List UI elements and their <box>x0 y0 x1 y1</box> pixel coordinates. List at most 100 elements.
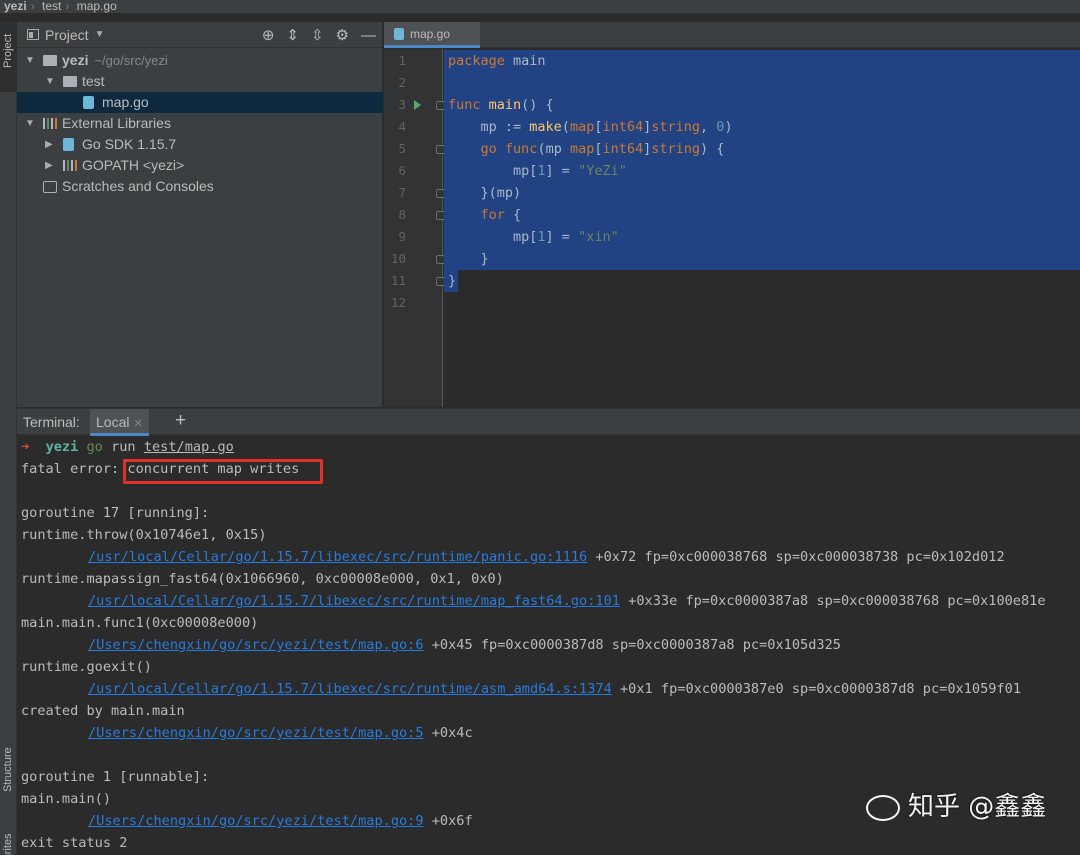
new-terminal-icon[interactable]: + <box>175 410 186 432</box>
chevron-right-icon[interactable]: ▶ <box>45 155 53 176</box>
stack-trace-link[interactable]: /usr/local/Cellar/go/1.15.7/libexec/src/… <box>88 593 620 609</box>
structure-tool-tab[interactable]: Structure <box>0 722 17 802</box>
terminal-tab-local[interactable]: Local ✕ <box>90 409 149 436</box>
gear-icon[interactable]: ⚙ <box>336 26 349 44</box>
code-token: mp[ <box>448 229 538 245</box>
code-token: int64 <box>602 141 644 157</box>
prompt-subcommand: run <box>111 439 136 455</box>
line-number: 6 <box>398 163 406 178</box>
code-line: mp[1] = "xin" <box>448 226 619 248</box>
code-token: ] = <box>545 229 579 245</box>
chevron-down-icon[interactable]: ▼ <box>25 113 35 134</box>
expand-all-icon[interactable]: ⇕ <box>286 26 299 44</box>
terminal-line: /usr/local/Cellar/go/1.15.7/libexec/src/… <box>88 546 1005 568</box>
code-line: for { <box>448 204 522 226</box>
tree-item[interactable]: map.go <box>17 92 383 113</box>
line-number: 3 <box>398 97 406 112</box>
line-number: 5 <box>398 141 406 156</box>
favorites-tool-tab-label: avorites <box>2 833 14 855</box>
code-token: "YeZi" <box>578 163 627 179</box>
project-tool-tab[interactable]: Project <box>0 22 17 92</box>
tree-item[interactable]: ▼ External Libraries <box>17 113 383 134</box>
terminal-line: /usr/local/Cellar/go/1.15.7/libexec/src/… <box>88 678 1021 700</box>
code-line: mp := make(map[int64]string, 0) <box>448 116 733 138</box>
code-token: } <box>448 251 489 267</box>
stack-trace-link[interactable]: /Users/chengxin/go/src/yezi/test/map.go:… <box>88 725 424 741</box>
project-tool-tab-label: Project <box>2 33 14 68</box>
code-token: { <box>504 207 522 223</box>
code-token: string <box>651 141 701 157</box>
terminal-line: main.main.func1(0xc00008e000) <box>21 615 259 631</box>
terminal-line: /Users/chengxin/go/src/yezi/test/map.go:… <box>88 722 473 744</box>
hide-panel-icon[interactable]: — <box>361 27 376 44</box>
structure-tool-tab-label: Structure <box>2 747 14 792</box>
favorites-tool-tab[interactable]: avorites <box>0 812 17 855</box>
watermark: 知乎 @鑫鑫 <box>866 786 1046 823</box>
code-token: 1 <box>537 229 546 245</box>
breadcrumb-item-file[interactable]: map.go <box>77 0 117 13</box>
scratches-icon <box>43 181 57 193</box>
terminal-line: runtime.mapassign_fast64(0x1066960, 0xc0… <box>21 571 504 587</box>
code-line: go func(mp map[int64]string) { <box>448 138 725 160</box>
code-token: map <box>569 119 595 135</box>
project-panel-title[interactable]: Project <box>45 27 89 43</box>
tree-item-label: GOPATH <yezi> <box>82 157 185 173</box>
terminal-line: /Users/chengxin/go/src/yezi/test/map.go:… <box>88 810 473 832</box>
tree-item[interactable]: ▶ Go SDK 1.15.7 <box>17 134 383 155</box>
stack-trace-link[interactable]: /Users/chengxin/go/src/yezi/test/map.go:… <box>88 637 424 653</box>
code-token: map <box>569 141 595 157</box>
code-token: 1 <box>537 163 546 179</box>
prompt-file-link[interactable]: test/map.go <box>144 439 234 455</box>
terminal-label: Terminal: <box>23 414 80 430</box>
code-line: func main() { <box>448 94 554 116</box>
code-token: ) <box>724 119 733 135</box>
run-icon[interactable] <box>414 100 421 110</box>
folder-icon <box>43 55 57 66</box>
prompt-directory: yezi <box>45 439 79 455</box>
close-icon[interactable]: ✕ <box>133 418 142 430</box>
code-area[interactable]: package main func main() { mp := make(map… <box>444 49 1080 407</box>
error-highlight-box <box>123 459 323 484</box>
fatal-error-prefix: fatal error: <box>21 461 128 477</box>
stack-trace-detail: +0x4c <box>423 725 473 741</box>
code-token: go <box>480 141 497 157</box>
terminal-line: goroutine 17 [running]: <box>21 505 210 521</box>
editor-tabs: map.go <box>384 22 1080 48</box>
breadcrumb-item-project[interactable]: yezi <box>4 0 27 13</box>
code-line: mp[1] = "YeZi" <box>448 160 627 182</box>
stack-trace-link[interactable]: /usr/local/Cellar/go/1.15.7/libexec/src/… <box>88 549 587 565</box>
terminal-line: goroutine 1 [runnable]: <box>21 769 210 785</box>
locate-file-icon[interactable]: ⊕ <box>262 26 275 44</box>
tree-item[interactable]: ▼ test <box>17 71 383 92</box>
tree-item-path: ~/go/src/yezi <box>94 53 168 68</box>
tree-item-label: Go SDK 1.15.7 <box>82 136 177 152</box>
editor-tab-map-go[interactable]: map.go <box>384 22 480 48</box>
library-icon <box>43 118 57 129</box>
tree-item[interactable]: ▼ yezi ~/go/src/yezi <box>17 50 383 71</box>
line-number: 8 <box>398 207 406 222</box>
collapse-all-icon[interactable]: ⇳ <box>311 26 324 44</box>
code-token: ] = <box>545 163 579 179</box>
stack-trace-link[interactable]: /Users/chengxin/go/src/yezi/test/map.go:… <box>88 813 424 829</box>
stack-trace-link[interactable]: /usr/local/Cellar/go/1.15.7/libexec/src/… <box>88 681 612 697</box>
stack-trace-detail: +0x1 fp=0xc0000387e0 sp=0xc0000387d8 pc=… <box>611 681 1022 697</box>
breadcrumb: yezi › test › map.go <box>0 0 1080 14</box>
code-line: } <box>448 248 489 270</box>
tree-item[interactable]: Scratches and Consoles <box>17 176 383 197</box>
code-token: "xin" <box>578 229 619 245</box>
chevron-right-icon[interactable]: ▶ <box>45 134 53 155</box>
chevron-down-icon[interactable]: ▼ <box>45 71 55 92</box>
tree-item-label: map.go <box>102 94 149 110</box>
chevron-down-icon[interactable]: ▼ <box>95 29 105 40</box>
breadcrumb-item-folder[interactable]: test <box>42 0 61 13</box>
watermark-text: 知乎 @鑫鑫 <box>908 792 1047 822</box>
chevron-down-icon[interactable]: ▼ <box>25 50 35 71</box>
code-token: main <box>504 53 546 69</box>
tree-item[interactable]: ▶ GOPATH <yezi> <box>17 155 383 176</box>
code-token: } <box>448 273 457 289</box>
terminal-line: runtime.throw(0x10746e1, 0x15) <box>21 527 267 543</box>
code-token: ( <box>561 119 570 135</box>
